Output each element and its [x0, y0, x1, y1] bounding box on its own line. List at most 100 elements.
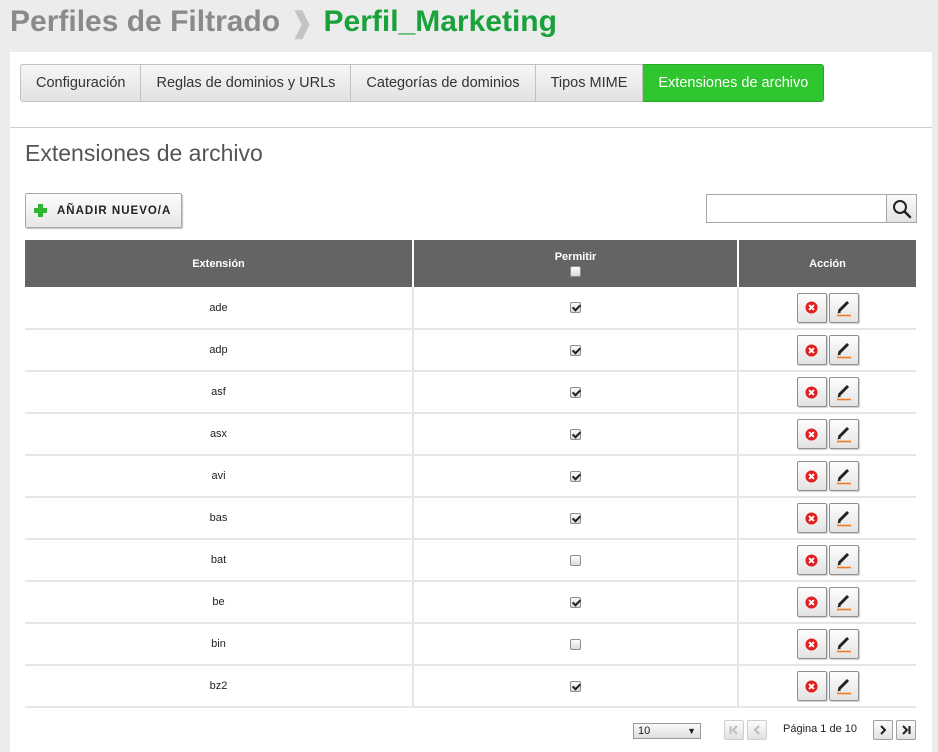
edit-icon	[836, 300, 851, 316]
edit-button[interactable]	[828, 292, 859, 323]
delete-icon	[805, 637, 818, 651]
permit-checkbox[interactable]	[570, 344, 581, 356]
delete-button[interactable]	[796, 292, 827, 323]
extension-cell: bz2	[25, 665, 414, 708]
action-cell	[738, 539, 916, 582]
permit-checkbox[interactable]	[570, 554, 581, 566]
delete-button[interactable]	[796, 377, 827, 407]
tab-reglas-dominios-urls[interactable]: Reglas de dominios y URLs	[141, 64, 352, 102]
action-cell	[738, 455, 916, 498]
first-page-button[interactable]	[724, 720, 744, 740]
edit-button[interactable]	[828, 587, 859, 617]
table-header-row: Extensión Permitir Acción	[25, 240, 916, 287]
table-body: ade adp asf asx avi bas bat be bin bz2	[25, 287, 916, 708]
permit-checkbox[interactable]	[570, 302, 581, 314]
edit-button[interactable]	[828, 671, 859, 701]
table-row: be	[25, 581, 916, 624]
permit-checkbox[interactable]	[570, 638, 581, 650]
table-row: bz2	[25, 665, 916, 708]
edit-icon	[836, 636, 851, 653]
prev-page-button[interactable]	[747, 720, 767, 740]
page-size-select[interactable]: 10 ▼	[633, 723, 701, 739]
tab-bar: Configuración Reglas de dominios y URLs …	[20, 64, 825, 102]
table-row: avi	[25, 455, 916, 498]
search-button[interactable]	[886, 194, 917, 223]
delete-button[interactable]	[796, 461, 827, 491]
main-panel: Configuración Reglas de dominios y URLs …	[10, 52, 932, 752]
next-page-button[interactable]	[873, 720, 893, 740]
extension-cell: be	[25, 581, 414, 624]
extension-cell: asf	[25, 371, 414, 414]
permit-cell	[413, 623, 739, 666]
permit-cell	[413, 455, 739, 498]
tab-extensiones-archivo[interactable]: Extensiones de archivo	[643, 64, 825, 102]
permit-checkbox[interactable]	[570, 680, 581, 692]
breadcrumb-parent[interactable]: Perfiles de Filtrado	[10, 5, 280, 39]
permit-checkbox[interactable]	[570, 470, 581, 482]
edit-button[interactable]	[828, 503, 859, 533]
action-cell	[738, 581, 916, 624]
action-cell	[738, 665, 916, 708]
prev-page-icon	[753, 725, 760, 735]
edit-button[interactable]	[828, 335, 859, 365]
edit-button[interactable]	[828, 461, 859, 491]
delete-button[interactable]	[796, 335, 827, 365]
chevron-down-icon: ▼	[687, 726, 696, 736]
search-input[interactable]	[706, 194, 887, 223]
delete-icon	[805, 385, 818, 399]
table-row: asx	[25, 413, 916, 456]
delete-button[interactable]	[796, 419, 827, 449]
edit-icon	[836, 426, 851, 443]
tab-configuracion[interactable]: Configuración	[20, 64, 142, 102]
edit-icon	[836, 594, 851, 611]
pagination: 10 ▼ Página 1 de 10	[10, 720, 932, 742]
permit-cell	[413, 413, 739, 456]
extensions-table: Extensión Permitir Acción ade adp asf asx av…	[25, 240, 916, 708]
edit-icon	[836, 678, 851, 695]
permit-cell	[413, 371, 739, 414]
extension-cell: bat	[25, 539, 414, 582]
permit-cell	[413, 539, 739, 582]
breadcrumb-separator: ❱	[290, 6, 314, 38]
action-cell	[738, 329, 916, 372]
delete-icon	[805, 553, 818, 567]
edit-icon	[836, 552, 851, 569]
add-new-button[interactable]: AÑADIR NUEVO/A	[25, 193, 182, 228]
permit-checkbox[interactable]	[570, 512, 581, 524]
tab-tipos-mime[interactable]: Tipos MIME	[535, 64, 644, 102]
column-header-action: Acción	[738, 240, 916, 287]
extension-cell: avi	[25, 455, 414, 498]
delete-button[interactable]	[796, 587, 827, 617]
extension-cell: ade	[25, 287, 414, 330]
first-page-icon	[729, 725, 738, 735]
permit-checkbox[interactable]	[570, 428, 581, 440]
column-header-extension[interactable]: Extensión	[25, 240, 414, 287]
permit-cell	[413, 581, 739, 624]
permit-checkbox[interactable]	[570, 386, 581, 398]
edit-button[interactable]	[828, 629, 859, 659]
last-page-icon	[902, 725, 911, 735]
edit-button[interactable]	[828, 545, 859, 575]
edit-button[interactable]	[828, 377, 859, 407]
delete-button[interactable]	[796, 545, 827, 575]
delete-icon	[805, 427, 818, 441]
permit-checkbox[interactable]	[570, 596, 581, 608]
table-row: bin	[25, 623, 916, 666]
delete-icon	[805, 343, 818, 357]
table-row: asf	[25, 371, 916, 414]
edit-button[interactable]	[828, 419, 859, 449]
delete-button[interactable]	[796, 629, 827, 659]
section-title: Extensiones de archivo	[25, 140, 263, 166]
action-cell	[738, 623, 916, 666]
delete-button[interactable]	[796, 671, 827, 701]
edit-icon	[836, 384, 851, 401]
delete-button[interactable]	[796, 503, 827, 533]
table-row: bat	[25, 539, 916, 582]
last-page-button[interactable]	[896, 720, 916, 740]
tabs-divider	[10, 127, 932, 128]
tab-categorias-dominios[interactable]: Categorías de dominios	[351, 64, 536, 102]
select-all-checkbox[interactable]	[570, 265, 581, 277]
column-header-permit: Permitir	[413, 240, 739, 287]
extension-cell: asx	[25, 413, 414, 456]
page-size-value: 10	[638, 725, 651, 737]
